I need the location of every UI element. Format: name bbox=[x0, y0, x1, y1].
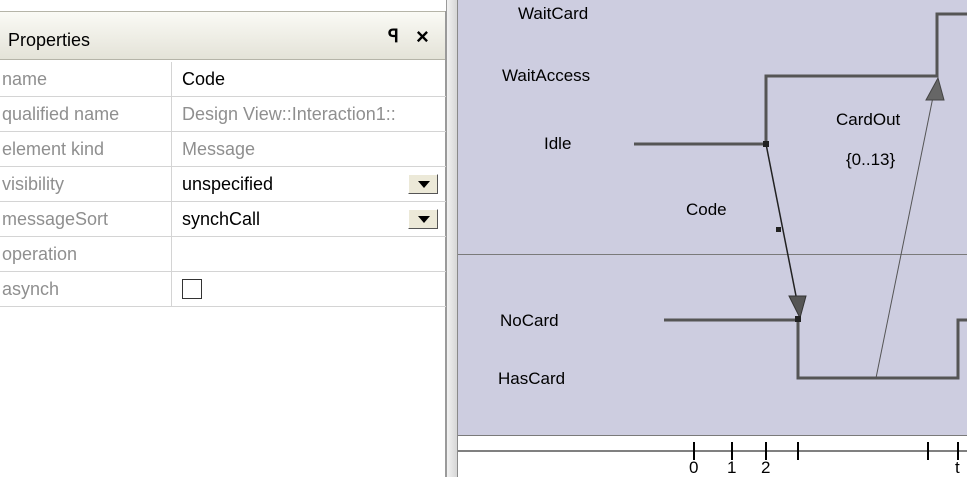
panel-title: Properties bbox=[8, 30, 91, 50]
property-row-qualified-name[interactable]: qualified name Design View::Interaction1… bbox=[0, 97, 446, 132]
ruler-tick-label: t bbox=[955, 458, 960, 477]
message-endpoint-start bbox=[763, 141, 769, 147]
property-row-name[interactable]: name Code bbox=[0, 62, 446, 97]
property-key: name bbox=[0, 62, 172, 96]
property-row-visibility[interactable]: visibility unspecified bbox=[0, 167, 446, 202]
property-row-operation[interactable]: operation bbox=[0, 237, 446, 272]
code-message-line bbox=[765, 143, 799, 307]
properties-panel: Properties ꟼ × name Code qualified name … bbox=[0, 0, 446, 477]
property-row-message-sort[interactable]: messageSort synchCall bbox=[0, 202, 446, 237]
message-constraint[interactable]: {0..13} bbox=[846, 150, 895, 170]
message-label-code[interactable]: Code bbox=[686, 200, 727, 220]
cardout-message-line bbox=[875, 91, 935, 379]
property-value-operation[interactable] bbox=[182, 237, 440, 271]
state-line-1 bbox=[634, 12, 967, 146]
property-key: qualified name bbox=[0, 97, 172, 131]
property-row-element-kind[interactable]: element kind Message bbox=[0, 132, 446, 167]
property-row-asynch[interactable]: asynch bbox=[0, 272, 446, 307]
property-value-name[interactable]: Code bbox=[182, 62, 440, 96]
property-key: element kind bbox=[0, 132, 172, 166]
ruler-tick-label: 2 bbox=[761, 458, 771, 477]
asynch-checkbox[interactable] bbox=[182, 279, 202, 299]
message-label-cardout[interactable]: CardOut bbox=[836, 110, 900, 130]
state-label-hascard: HasCard bbox=[498, 369, 566, 388]
cardout-message-arrowhead bbox=[925, 76, 945, 101]
message-sort-select[interactable]: synchCall bbox=[182, 202, 440, 236]
state-label-waitaccess: WaitAccess bbox=[502, 66, 591, 85]
state-label-waitcard: WaitCard bbox=[518, 4, 589, 23]
state-line-2 bbox=[664, 318, 967, 380]
message-endpoint-end bbox=[795, 316, 801, 322]
ruler-tick-label: 0 bbox=[689, 458, 699, 477]
timing-diagram[interactable]: WaitCard WaitAccess Idle NoCard HasCard … bbox=[458, 0, 967, 477]
property-key: visibility bbox=[0, 167, 172, 201]
ruler-tick-label: 1 bbox=[727, 458, 737, 477]
panel-splitter[interactable] bbox=[446, 0, 458, 477]
property-key: messageSort bbox=[0, 202, 172, 236]
panel-header: Properties ꟼ × bbox=[0, 11, 445, 60]
property-value-element-kind: Message bbox=[182, 139, 256, 159]
property-key: operation bbox=[0, 237, 172, 271]
close-icon[interactable]: × bbox=[416, 26, 436, 48]
property-key: asynch bbox=[0, 272, 172, 306]
panel-top-strip bbox=[0, 0, 446, 11]
visibility-select[interactable]: unspecified bbox=[182, 167, 440, 201]
property-value-qualified-name: Design View::Interaction1:: bbox=[182, 104, 396, 124]
pin-icon[interactable]: ꟼ bbox=[388, 26, 406, 48]
visibility-dropdown-button[interactable] bbox=[408, 174, 438, 194]
code-message-arrowhead bbox=[788, 295, 807, 320]
state-label-idle: Idle bbox=[544, 134, 572, 153]
message-sort-dropdown-button[interactable] bbox=[408, 209, 438, 229]
property-grid: name Code qualified name Design View::In… bbox=[0, 62, 446, 307]
state-label-nocard: NoCard bbox=[500, 311, 559, 330]
code-message-handle bbox=[776, 227, 781, 232]
